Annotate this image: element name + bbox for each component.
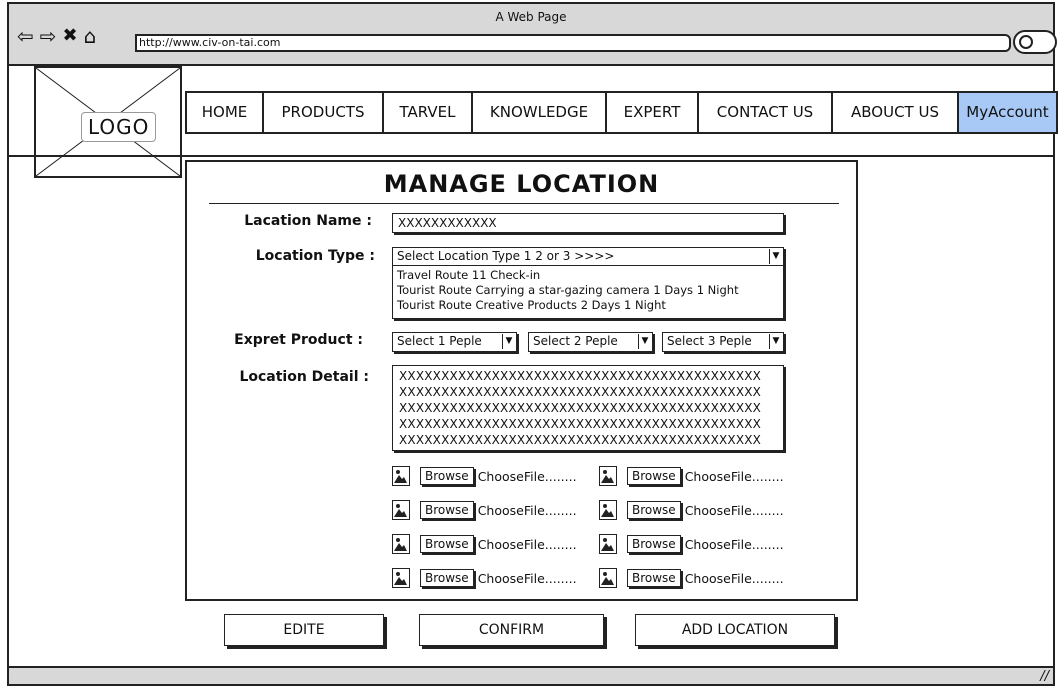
nav-item-expert[interactable]: EXPERT xyxy=(607,93,699,132)
location-type-option[interactable]: Travel Route 11 Check-in xyxy=(397,268,779,283)
browse-button[interactable]: Browse xyxy=(420,467,474,485)
image-icon xyxy=(599,568,617,588)
image-icon xyxy=(392,500,410,520)
location-type-select[interactable]: Select Location Type 1 2 or 3 >>>> ▼ xyxy=(392,247,784,266)
nav-item-products[interactable]: PRODUCTS xyxy=(264,93,384,132)
nav-item-about-us[interactable]: ABOUCT US xyxy=(833,93,959,132)
title-divider xyxy=(209,203,839,204)
detail-line: XXXXXXXXXXXXXXXXXXXXXXXXXXXXXXXXXXXXXXXX… xyxy=(399,417,762,431)
detail-line: XXXXXXXXXXXXXXXXXXXXXXXXXXXXXXXXXXXXXXXX… xyxy=(399,401,762,415)
chevron-down-icon[interactable]: ▼ xyxy=(638,334,651,349)
detail-line: XXXXXXXXXXXXXXXXXXXXXXXXXXXXXXXXXXXXXXXX… xyxy=(399,369,762,383)
chevron-down-icon[interactable]: ▼ xyxy=(769,334,782,349)
url-input[interactable]: http://www.civ-on-tai.com xyxy=(135,34,1011,52)
expert-product-select-1[interactable]: Select 1 Peple ▼ xyxy=(392,332,517,352)
choose-file-label: ChooseFile........ xyxy=(684,502,784,518)
location-name-label: Lacation Name : xyxy=(244,213,372,229)
nav-item-knowledge[interactable]: KNOWLEDGE xyxy=(473,93,607,132)
browse-button[interactable]: Browse xyxy=(420,535,474,553)
browse-button[interactable]: Browse xyxy=(627,501,681,519)
window-title: A Web Page xyxy=(495,10,567,24)
location-type-selected: Select Location Type 1 2 or 3 >>>> xyxy=(397,249,615,263)
file-upload-row: Browse ChooseFile........ xyxy=(599,567,784,589)
chevron-down-icon[interactable]: ▼ xyxy=(502,334,515,349)
choose-file-label: ChooseFile........ xyxy=(684,468,784,484)
expert-product-select-2-value: Select 2 Peple xyxy=(533,334,618,348)
logo-text: LOGO xyxy=(81,112,157,142)
status-bar: // xyxy=(9,666,1053,684)
choose-file-label: ChooseFile........ xyxy=(684,536,784,552)
choose-file-label: ChooseFile........ xyxy=(477,536,577,552)
nav-item-travel[interactable]: TARVEL xyxy=(384,93,473,132)
location-name-input[interactable]: XXXXXXXXXXXX xyxy=(392,213,784,233)
file-upload-row: Browse ChooseFile........ xyxy=(392,533,577,555)
expert-product-select-3[interactable]: Select 3 Peple ▼ xyxy=(662,332,784,352)
header-divider xyxy=(7,155,1055,157)
file-upload-row: Browse ChooseFile........ xyxy=(392,567,577,589)
expert-product-select-3-value: Select 3 Peple xyxy=(667,334,752,348)
add-location-button[interactable]: ADD LOCATION xyxy=(635,614,835,646)
choose-file-label: ChooseFile........ xyxy=(477,468,577,484)
image-icon xyxy=(392,568,410,588)
image-icon xyxy=(599,534,617,554)
browser-titlebar: A Web Page ⇦ ⇨ ✖ ⌂ http://www.civ-on-tai… xyxy=(9,4,1057,66)
location-detail-label: Location Detail : xyxy=(239,369,369,385)
nav-item-contact-us[interactable]: CONTACT US xyxy=(699,93,833,132)
image-icon xyxy=(599,466,617,486)
browse-button[interactable]: Browse xyxy=(420,569,474,587)
search-button[interactable] xyxy=(1013,30,1057,54)
browse-button[interactable]: Browse xyxy=(627,569,681,587)
image-icon xyxy=(599,500,617,520)
page-title: MANAGE LOCATION xyxy=(383,170,660,198)
file-upload-row: Browse ChooseFile........ xyxy=(392,465,577,487)
expert-product-select-1-value: Select 1 Peple xyxy=(397,334,482,348)
file-upload-row: Browse ChooseFile........ xyxy=(599,533,784,555)
edit-button[interactable]: EDITE xyxy=(224,614,384,646)
back-icon[interactable]: ⇦ xyxy=(17,26,34,46)
logo: LOGO xyxy=(34,66,182,178)
chevron-down-icon[interactable]: ▼ xyxy=(769,249,782,264)
location-type-option[interactable]: Tourist Route Carrying a star-gazing cam… xyxy=(397,283,779,298)
search-icon xyxy=(1019,35,1033,49)
image-icon xyxy=(392,534,410,554)
file-upload-row: Browse ChooseFile........ xyxy=(599,465,784,487)
main-nav: HOME PRODUCTS TARVEL KNOWLEDGE EXPERT CO… xyxy=(185,91,1058,134)
forward-icon[interactable]: ⇨ xyxy=(40,26,57,46)
location-type-options: Travel Route 11 Check-in Tourist Route C… xyxy=(392,266,784,319)
browse-button[interactable]: Browse xyxy=(627,467,681,485)
location-detail-textarea[interactable]: XXXXXXXXXXXXXXXXXXXXXXXXXXXXXXXXXXXXXXXX… xyxy=(392,365,784,451)
image-icon xyxy=(392,466,410,486)
browser-nav-controls: ⇦ ⇨ ✖ ⌂ xyxy=(17,26,97,47)
resize-grip-icon[interactable]: // xyxy=(1040,669,1049,684)
detail-line: XXXXXXXXXXXXXXXXXXXXXXXXXXXXXXXXXXXXXXXX… xyxy=(399,433,762,447)
choose-file-label: ChooseFile........ xyxy=(477,502,577,518)
nav-item-home[interactable]: HOME xyxy=(187,93,264,132)
detail-line: XXXXXXXXXXXXXXXXXXXXXXXXXXXXXXXXXXXXXXXX… xyxy=(399,385,762,399)
expert-product-label: Expret Product : xyxy=(234,332,363,348)
file-upload-row: Browse ChooseFile........ xyxy=(392,499,577,521)
browse-button[interactable]: Browse xyxy=(420,501,474,519)
home-icon[interactable]: ⌂ xyxy=(84,26,97,46)
choose-file-label: ChooseFile........ xyxy=(477,570,577,586)
nav-item-my-account[interactable]: MyAccount xyxy=(959,93,1056,132)
browse-button[interactable]: Browse xyxy=(627,535,681,553)
location-type-label: Location Type : xyxy=(255,248,375,264)
expert-product-select-2[interactable]: Select 2 Peple ▼ xyxy=(528,332,653,352)
file-upload-row: Browse ChooseFile........ xyxy=(599,499,784,521)
location-type-option[interactable]: Tourist Route Creative Products 2 Days 1… xyxy=(397,298,779,313)
manage-location-panel: MANAGE LOCATION Lacation Name : XXXXXXXX… xyxy=(185,160,858,601)
confirm-button[interactable]: CONFIRM xyxy=(419,614,604,646)
close-icon[interactable]: ✖ xyxy=(63,26,78,46)
choose-file-label: ChooseFile........ xyxy=(684,570,784,586)
